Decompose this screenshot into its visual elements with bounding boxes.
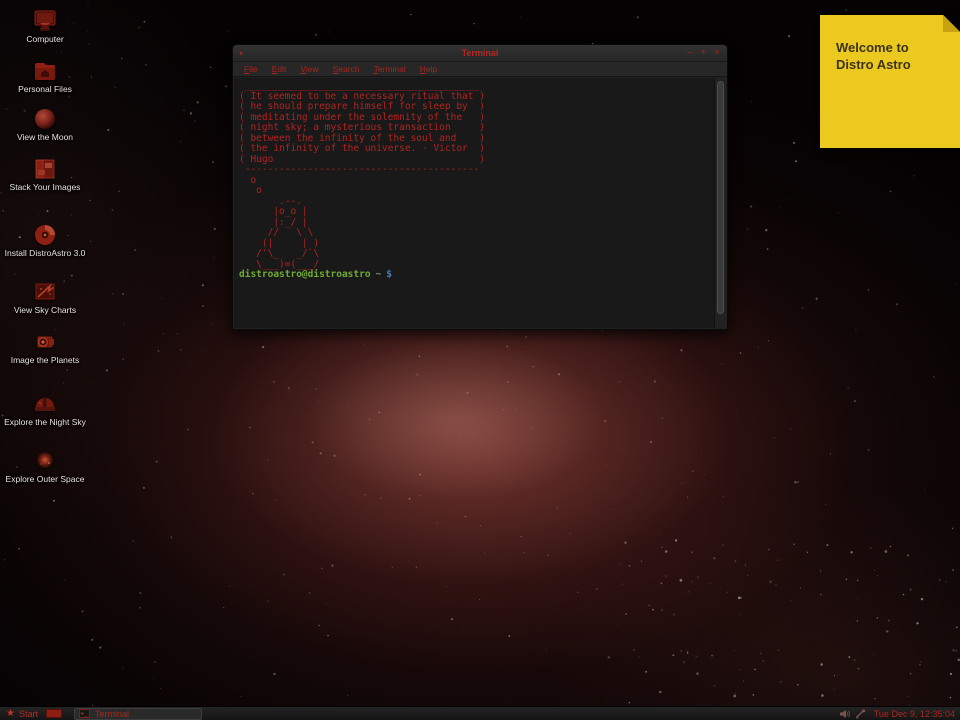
desktop-icon-label: Explore the Night Sky — [2, 417, 88, 428]
terminal-window: ▾ Terminal – + × File Edit View Search T… — [232, 44, 728, 330]
menu-terminal[interactable]: Terminal — [367, 64, 413, 74]
terminal-titlebar[interactable]: ▾ Terminal – + × — [233, 45, 727, 62]
folded-corner-icon — [943, 15, 960, 32]
desktop-icon-install-distroastro[interactable]: Install DistroAstro 3.0 — [2, 224, 88, 259]
desktop-icon-view-moon[interactable]: View the Moon — [2, 108, 88, 143]
terminal-menubar: File Edit View Search Terminal Help — [233, 62, 727, 77]
desktop-icon-label: Personal Files — [2, 84, 88, 95]
dome-icon — [2, 393, 88, 415]
folder-icon — [2, 60, 88, 82]
menu-file[interactable]: File — [237, 64, 265, 74]
sticky-note[interactable]: Welcome to Distro Astro — [820, 15, 960, 148]
network-icon[interactable] — [855, 709, 866, 719]
desktop: Computer Personal Files View the Moon St… — [0, 0, 960, 720]
menu-view[interactable]: View — [293, 64, 325, 74]
desktop-icon-personal-files[interactable]: Personal Files — [2, 60, 88, 95]
maximize-button[interactable]: + — [700, 48, 706, 58]
taskbar-clock[interactable]: Tue Dec 9, 12:35:04 — [871, 709, 960, 719]
terminal-prompt: distroastro@distroastro ~ $ — [239, 270, 726, 281]
chart-icon — [2, 281, 88, 303]
star-icon: ★ — [6, 709, 15, 719]
images-icon — [2, 158, 88, 180]
start-label: Start — [19, 709, 38, 719]
desktop-icon-night-sky[interactable]: Explore the Night Sky — [2, 393, 88, 428]
task-label: Terminal — [95, 709, 129, 719]
moon-icon — [2, 108, 88, 130]
terminal-scrollbar[interactable] — [714, 78, 726, 328]
menu-search[interactable]: Search — [326, 64, 367, 74]
desktop-icon-stack-images[interactable]: Stack Your Images — [2, 158, 88, 193]
scrollbar-thumb[interactable] — [717, 81, 724, 314]
terminal-icon: ▸_ — [79, 709, 90, 718]
show-desktop-button[interactable] — [46, 709, 62, 718]
terminal-screen[interactable]: ________________________________________… — [234, 78, 726, 328]
desktop-icon-computer[interactable]: Computer — [2, 10, 88, 45]
start-button[interactable]: ★ Start — [0, 707, 44, 720]
desktop-icon-label: View the Moon — [2, 132, 88, 143]
sticky-note-text: Welcome to Distro Astro — [836, 39, 911, 73]
desktop-icon-sky-charts[interactable]: View Sky Charts — [2, 281, 88, 316]
terminal-output: ________________________________________… — [239, 81, 726, 270]
prompt-cwd: ~ — [376, 269, 382, 280]
desktop-icon-image-planets[interactable]: Image the Planets — [2, 331, 88, 366]
desktop-icon-label: Explore Outer Space — [2, 474, 88, 485]
nebula-icon — [2, 450, 88, 472]
taskbar-task-terminal[interactable]: ▸_ Terminal — [74, 708, 202, 720]
prompt-symbol: $ — [386, 269, 392, 280]
close-button[interactable]: × — [714, 48, 720, 58]
desktop-icon-label: View Sky Charts — [2, 305, 88, 316]
desktop-icon-label: Image the Planets — [2, 355, 88, 366]
taskbar: ★ Start ▸_ Terminal Tue Dec 9, 12:35:04 — [0, 706, 960, 720]
window-title: Terminal — [233, 48, 727, 58]
desktop-icon-label: Stack Your Images — [2, 182, 88, 193]
camera-icon — [2, 331, 88, 353]
system-tray: Tue Dec 9, 12:35:04 — [839, 709, 960, 719]
computer-icon — [2, 10, 88, 32]
volume-icon[interactable] — [839, 709, 850, 719]
desktop-icon-label: Install DistroAstro 3.0 — [2, 248, 88, 259]
minimize-button[interactable]: – — [687, 48, 693, 58]
menu-help[interactable]: Help — [413, 64, 444, 74]
desktop-icon-label: Computer — [2, 34, 88, 45]
disc-icon — [2, 224, 88, 246]
desktop-icon-outer-space[interactable]: Explore Outer Space — [2, 450, 88, 485]
menu-edit[interactable]: Edit — [265, 64, 294, 74]
prompt-user-host: distroastro@distroastro — [239, 269, 371, 280]
